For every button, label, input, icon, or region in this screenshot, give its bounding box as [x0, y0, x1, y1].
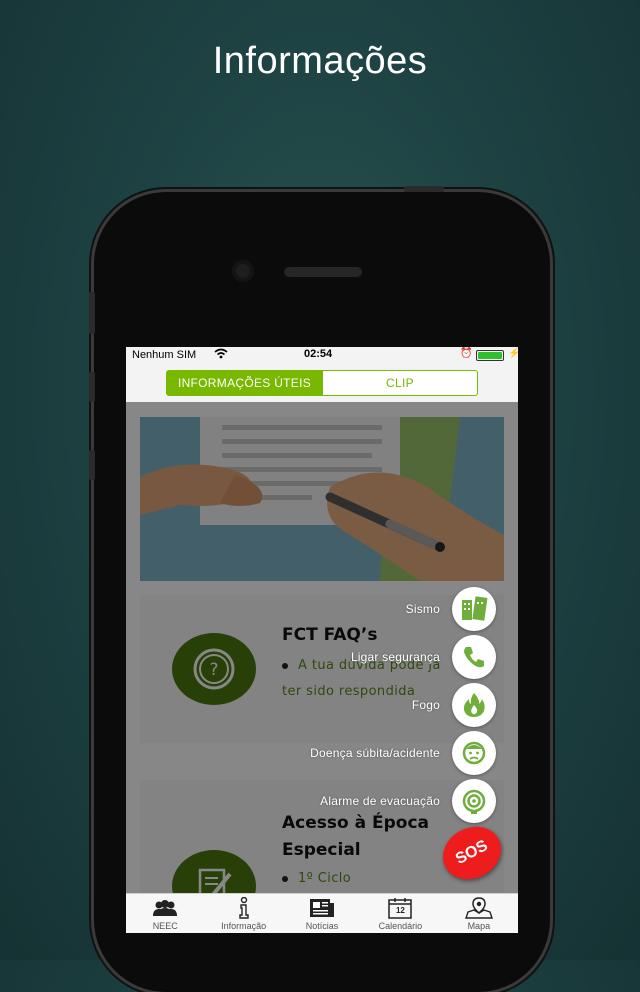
- menu-label: Alarme de evacuação: [320, 794, 440, 808]
- menu-item-fogo[interactable]: Fogo: [412, 683, 496, 727]
- front-camera: [232, 260, 254, 282]
- tab-label: Calendário: [378, 921, 423, 931]
- menu-item-sismo[interactable]: Sismo: [406, 587, 496, 631]
- tab-label: NEEC: [152, 921, 178, 931]
- phone-icon[interactable]: [452, 635, 496, 679]
- calendar-day: 12: [395, 906, 405, 915]
- menu-item-alarme-evacuacao[interactable]: Alarme de evacuação: [320, 779, 496, 823]
- tab-informacao[interactable]: Informação: [204, 894, 282, 933]
- segment-bar: INFORMAÇÕES ÚTEIS CLIP: [126, 364, 518, 402]
- tab-label: Notícias: [305, 921, 339, 931]
- volume-up-button: [89, 372, 95, 402]
- alarm-icon[interactable]: [452, 779, 496, 823]
- tab-mapa[interactable]: Mapa: [440, 894, 518, 933]
- wifi-icon: [214, 348, 228, 362]
- tab-noticias[interactable]: Notícias: [283, 894, 361, 933]
- menu-label: Fogo: [411, 698, 440, 712]
- menu-label: Ligar segurança: [350, 650, 440, 664]
- newspaper-icon: [309, 897, 335, 919]
- building-collapse-icon[interactable]: [452, 587, 496, 631]
- tab-clip[interactable]: CLIP: [322, 370, 478, 396]
- fire-icon[interactable]: [452, 683, 496, 727]
- tab-informacoes-uteis[interactable]: INFORMAÇÕES ÚTEIS: [166, 370, 323, 396]
- menu-item-doenca-subita[interactable]: Doença súbita/acidente: [310, 731, 496, 775]
- menu-item-ligar-seguranca[interactable]: Ligar segurança: [351, 635, 496, 679]
- carrier-label: Nenhum SIM: [132, 349, 197, 361]
- calendar-icon: 12: [388, 897, 413, 919]
- charging-icon: ⚡: [508, 348, 518, 359]
- tab-label: Mapa: [467, 921, 491, 931]
- status-bar: Nenhum SIM 02:54 ⏰ ⚡: [126, 347, 518, 364]
- volume-down-button: [89, 450, 95, 480]
- bottom-tab-bar: NEEC Informação Notícias 12 Calendário M…: [126, 893, 518, 933]
- group-icon: [152, 897, 178, 919]
- map-pin-icon: [464, 897, 493, 919]
- power-button: [404, 186, 444, 192]
- alarm-clock-icon: ⏰: [460, 348, 473, 359]
- app-screen: Nenhum SIM 02:54 ⏰ ⚡ INFORMAÇÕES ÚTEIS C…: [126, 347, 518, 933]
- info-icon: [235, 897, 253, 919]
- menu-label: Sismo: [405, 602, 440, 616]
- tab-neec[interactable]: NEEC: [126, 894, 204, 933]
- battery-icon: [476, 350, 504, 361]
- sick-person-icon[interactable]: [452, 731, 496, 775]
- mute-switch: [89, 292, 95, 334]
- status-time: 02:54: [304, 348, 333, 360]
- page-heading: Informações: [212, 40, 428, 82]
- tab-label: Informação: [221, 921, 267, 931]
- earpiece-speaker: [284, 267, 362, 277]
- tab-calendario[interactable]: 12 Calendário: [361, 894, 439, 933]
- menu-label: Doença súbita/acidente: [310, 746, 440, 760]
